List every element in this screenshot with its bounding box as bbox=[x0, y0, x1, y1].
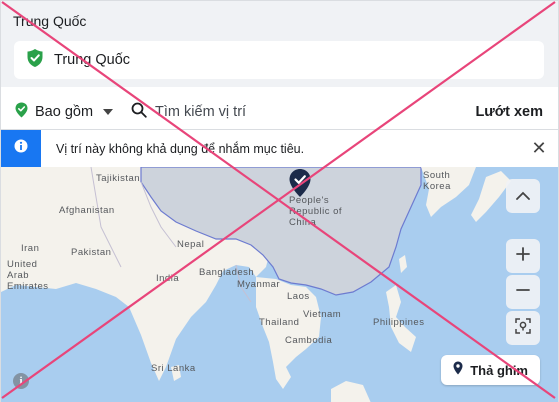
browse-button[interactable]: Lướt xem bbox=[475, 104, 543, 120]
map-label-sri-lanka: Sri Lanka bbox=[151, 363, 196, 374]
location-search-input[interactable] bbox=[155, 104, 416, 120]
green-pin-icon bbox=[15, 102, 28, 123]
location-map[interactable]: Tajikistan Afghanistan Pakistan United A… bbox=[1, 167, 558, 402]
location-toolbar: Bao gồm Lướt xem bbox=[1, 93, 558, 131]
chevron-down-icon bbox=[103, 109, 114, 115]
map-label-myanmar: Myanmar bbox=[237, 279, 281, 290]
include-dropdown[interactable]: Bao gồm bbox=[15, 102, 114, 123]
locate-me-button[interactable] bbox=[506, 311, 540, 345]
include-label: Bao gồm bbox=[35, 104, 94, 120]
plus-icon bbox=[516, 246, 530, 266]
map-collapse-button[interactable] bbox=[506, 179, 540, 213]
green-shield-check-icon bbox=[26, 48, 44, 73]
map-label-philippines: Philippines bbox=[373, 317, 425, 328]
zoom-in-button[interactable] bbox=[506, 239, 540, 273]
map-label-india: India bbox=[156, 273, 180, 284]
map-label-bangladesh: Bangladesh bbox=[199, 267, 255, 278]
info-icon bbox=[14, 139, 28, 158]
banner-accent bbox=[1, 130, 41, 167]
map-label-laos: Laos bbox=[287, 291, 310, 302]
drop-pin-label: Thả ghim bbox=[470, 362, 528, 378]
map-label-iran: Iran bbox=[21, 243, 40, 254]
map-label-tajikistan: Tajikistan bbox=[96, 173, 141, 184]
location-panel: Trung Quốc Trung Quốc Bao gồm Tìm kiếm v… bbox=[0, 0, 559, 402]
close-icon[interactable]: ✕ bbox=[524, 138, 554, 159]
map-marker-icon[interactable] bbox=[288, 168, 312, 203]
unavailable-location-banner: Vị trí này không khả dụng để nhắm mục ti… bbox=[1, 129, 558, 167]
minus-icon bbox=[516, 283, 530, 302]
map-label-vietnam: Vietnam bbox=[303, 309, 342, 320]
zoom-out-button[interactable] bbox=[506, 275, 540, 309]
selected-location-chip[interactable]: Trung Quốc bbox=[14, 41, 544, 79]
map-label-uae: United Arab Emirates bbox=[7, 259, 49, 292]
location-search bbox=[131, 102, 475, 123]
map-label-cambodia: Cambodia bbox=[285, 335, 333, 346]
map-label-thailand: Thailand bbox=[259, 317, 300, 328]
map-label-south-korea: South Korea bbox=[423, 170, 451, 192]
map-pin-icon bbox=[453, 361, 463, 380]
map-attribution-info-icon[interactable]: i bbox=[13, 373, 29, 389]
locate-icon bbox=[515, 317, 531, 339]
search-icon bbox=[131, 102, 147, 123]
location-title: Trung Quốc bbox=[13, 13, 87, 29]
banner-message: Vị trí này không khả dụng để nhắm mục ti… bbox=[56, 141, 305, 156]
map-label-pakistan: Pakistan bbox=[71, 247, 112, 258]
drop-pin-button[interactable]: Thả ghim bbox=[441, 355, 540, 385]
selected-location-label: Trung Quốc bbox=[54, 52, 131, 68]
map-label-nepal: Nepal bbox=[177, 239, 205, 250]
map-label-afghanistan: Afghanistan bbox=[59, 205, 115, 216]
location-header: Trung Quốc Trung Quốc bbox=[1, 1, 558, 87]
chevron-up-icon bbox=[516, 187, 530, 205]
